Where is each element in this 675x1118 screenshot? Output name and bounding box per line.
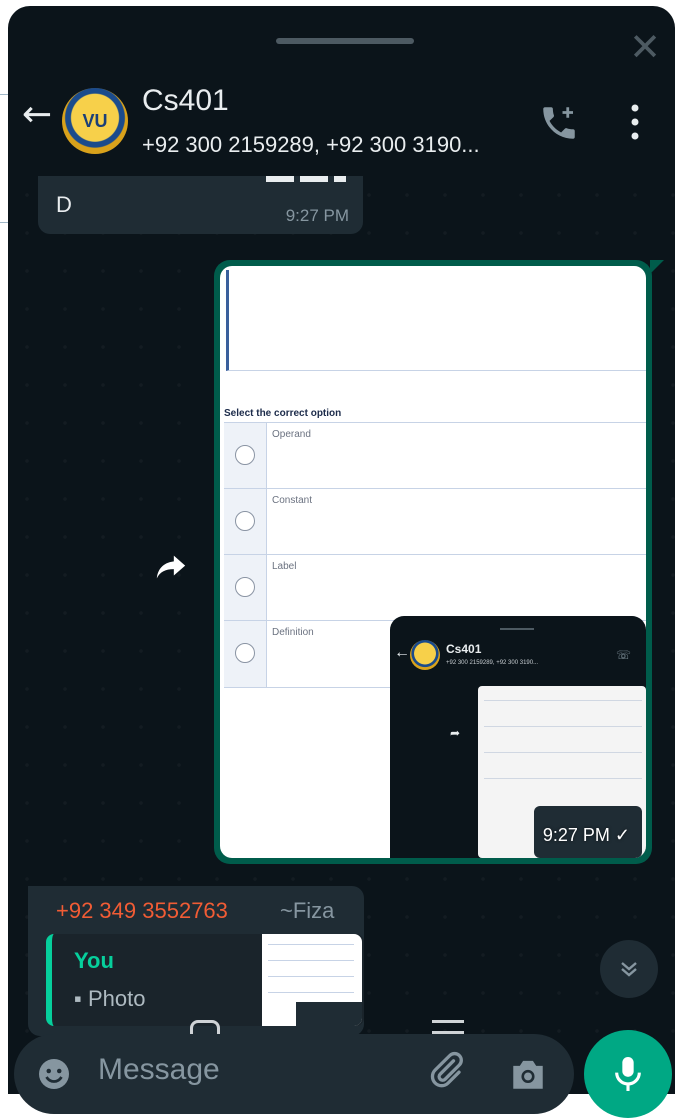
- message-input[interactable]: [96, 1052, 400, 1088]
- forward-icon[interactable]: [154, 552, 188, 587]
- message-list[interactable]: D 9:27 PM Select the correct option Oper…: [8, 176, 675, 1036]
- microphone-icon: [615, 1057, 641, 1091]
- question-box: [226, 270, 646, 371]
- message-composer: [14, 1034, 574, 1114]
- avatar: [410, 640, 440, 670]
- option-label: Operand: [272, 429, 311, 440]
- bubble-tail: [650, 260, 664, 274]
- chat-sheet: ✕ ← VU Cs401 +92 300 2159289, +92 300 31…: [8, 6, 675, 1094]
- question-heading: Select the correct option: [224, 408, 342, 419]
- screenshot-image[interactable]: Select the correct option Operand Consta…: [220, 266, 646, 858]
- option-label: Label: [272, 561, 297, 572]
- avatar-text: VU: [82, 110, 108, 131]
- sender-number[interactable]: +92 349 3552763: [56, 898, 228, 924]
- nested-title: Cs401: [446, 642, 482, 656]
- drag-handle[interactable]: [276, 38, 414, 44]
- option-label: Definition: [272, 627, 314, 638]
- image-time: 9:27 PM ✓: [543, 825, 630, 846]
- quoted-message[interactable]: You ▪ Photo: [46, 934, 364, 1026]
- scroll-down-button[interactable]: [600, 940, 658, 998]
- call-icon: ☏: [616, 648, 632, 662]
- quoted-thumbnail: [262, 934, 362, 1026]
- quoted-type-label: Photo: [87, 986, 146, 1011]
- time-text: 9:27 PM: [542, 825, 610, 845]
- radio-icon: [235, 577, 255, 597]
- back-arrow-icon[interactable]: ←: [22, 94, 52, 135]
- radio-icon: [235, 445, 255, 465]
- close-icon[interactable]: ✕: [629, 28, 661, 66]
- radio-icon: [235, 511, 255, 531]
- option-row: Label: [224, 554, 646, 621]
- radio-icon: [235, 643, 255, 663]
- photo-icon: ▪: [74, 986, 82, 1011]
- chat-header: ← VU Cs401 +92 300 2159289, +92 300 3190…: [8, 72, 675, 176]
- incoming-message[interactable]: D 9:27 PM: [38, 176, 363, 234]
- reply-message[interactable]: +92 349 3552763 ~Fiza You ▪ Photo: [28, 886, 364, 1036]
- forward-icon: ➦: [450, 726, 461, 740]
- sent-check-icon: ✓: [614, 825, 630, 845]
- image-message[interactable]: Select the correct option Operand Consta…: [214, 260, 664, 864]
- chat-title[interactable]: Cs401: [142, 84, 229, 118]
- quoted-author: You: [74, 948, 114, 973]
- nested-subtitle: +92 300 2159289, +92 300 3190...: [446, 660, 539, 666]
- sender-nickname: ~Fiza: [280, 898, 335, 923]
- nested-screenshot: ← Cs401 +92 300 2159289, +92 300 3190...…: [390, 616, 646, 858]
- more-vert-icon[interactable]: [628, 102, 642, 147]
- emoji-icon[interactable]: [36, 1056, 72, 1097]
- option-row: Operand: [224, 422, 646, 489]
- message-time: 9:27 PM: [285, 206, 349, 225]
- attach-icon[interactable]: [426, 1050, 466, 1095]
- option-label: Constant: [272, 495, 313, 506]
- cropped-content: [266, 176, 346, 182]
- camera-icon[interactable]: [508, 1056, 548, 1097]
- message-text: D: [56, 192, 72, 217]
- group-avatar[interactable]: VU: [62, 88, 128, 154]
- quoted-type: ▪ Photo: [74, 986, 145, 1012]
- chat-participants[interactable]: +92 300 2159289, +92 300 3190...: [142, 132, 480, 158]
- voice-record-button[interactable]: [584, 1030, 672, 1118]
- add-call-icon[interactable]: [538, 102, 580, 149]
- chevron-down-icon: [621, 962, 637, 977]
- back-arrow-icon: ←: [394, 644, 410, 661]
- option-row: Constant: [224, 488, 646, 555]
